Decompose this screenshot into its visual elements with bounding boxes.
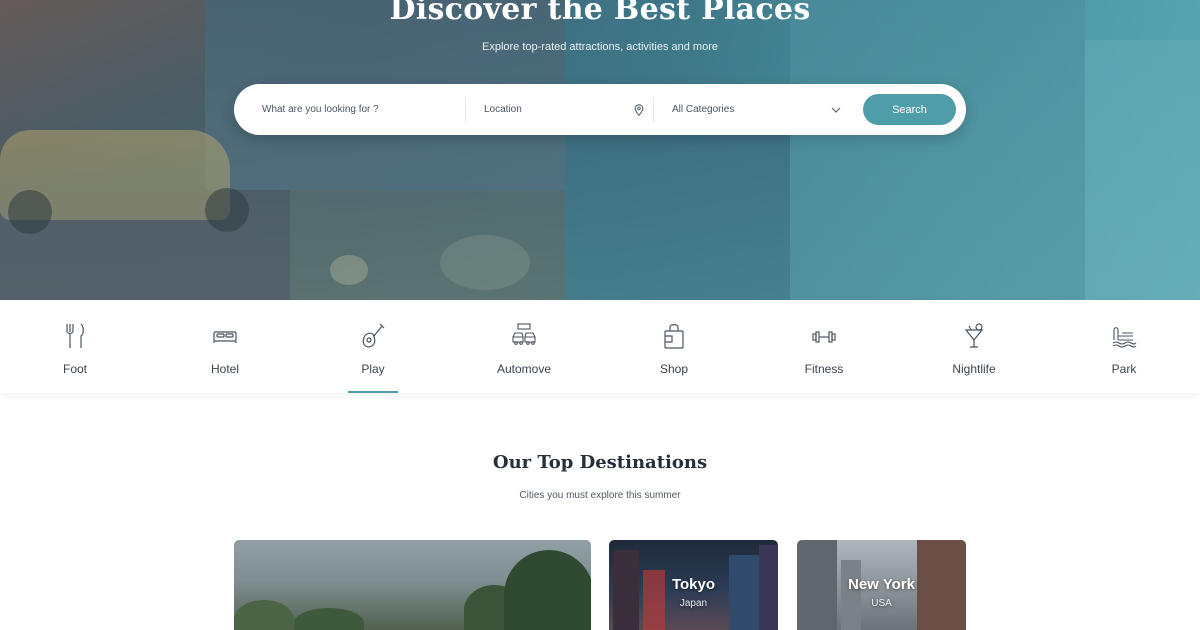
hero-subtitle: Explore top-rated attractions, activitie… — [481, 41, 718, 53]
bed-icon — [213, 331, 237, 343]
category-label: Nightlife — [952, 362, 996, 376]
category-shop[interactable]: Shop — [624, 300, 724, 393]
location-input[interactable]: Location — [484, 84, 644, 135]
chevron-down-icon — [831, 107, 841, 113]
category-label: Foot — [62, 362, 87, 376]
section-title: Our Top Destinations — [492, 452, 708, 473]
category-label: Park — [1111, 362, 1137, 376]
taxi-wheel — [8, 190, 52, 234]
destination-city: New York — [848, 576, 915, 593]
hero-banner: Discover the Best Places Explore top-rat… — [0, 0, 1200, 300]
hero-photo-sea — [1085, 40, 1200, 300]
food-cup — [330, 255, 368, 285]
location-placeholder: Location — [484, 104, 522, 115]
destination-country: Japan — [679, 598, 708, 609]
search-divider — [653, 97, 654, 122]
fork-knife-icon — [66, 323, 84, 348]
category-foot[interactable]: Foot — [25, 300, 125, 393]
destination-city: Tokyo — [671, 576, 716, 593]
city-building — [841, 560, 861, 630]
category-label: Shop — [659, 362, 689, 376]
category-play[interactable]: Play — [323, 300, 423, 393]
category-label: Automove — [496, 362, 552, 376]
cocktail-icon — [964, 323, 984, 348]
karst-rock — [234, 600, 294, 630]
shopping-bag-icon — [664, 324, 684, 349]
category-park[interactable]: Park — [1074, 300, 1174, 393]
category-nightlife[interactable]: Nightlife — [924, 300, 1024, 393]
destination-card-tokyo[interactable]: Tokyo Japan — [609, 540, 778, 630]
active-tab-indicator — [348, 391, 398, 393]
destination-country: USA — [871, 598, 892, 609]
car-rental-icon — [512, 323, 536, 345]
search-button[interactable]: Search — [863, 94, 956, 125]
category-automove[interactable]: Automove — [474, 300, 574, 393]
destination-card[interactable] — [234, 540, 591, 630]
section-subtitle: Cities you must explore this summer — [519, 490, 681, 501]
category-label: Hotel — [210, 362, 239, 376]
hero-title: Discover the Best Places — [389, 0, 811, 27]
category-select[interactable]: All Categories — [672, 84, 842, 135]
food-plate — [440, 235, 530, 290]
category-bar: Foot Hotel Play Automove Shop Fitness Ni… — [0, 300, 1200, 393]
karst-rock — [294, 608, 364, 630]
category-label: Play — [361, 362, 385, 376]
category-selected-value: All Categories — [672, 104, 735, 115]
taxi-wheel — [205, 188, 249, 232]
hero-photo-person — [565, 130, 790, 300]
what-search-input[interactable]: What are you looking for ? — [262, 84, 462, 135]
what-search-placeholder: What are you looking for ? — [262, 104, 379, 115]
park-icon — [1112, 327, 1137, 348]
dumbbell-icon — [812, 331, 836, 343]
hero-photo-food — [290, 190, 565, 300]
destination-card-new-york[interactable]: New York USA — [797, 540, 966, 630]
category-hotel[interactable]: Hotel — [175, 300, 275, 393]
karst-rock — [504, 550, 591, 630]
guitar-icon — [362, 323, 385, 348]
search-divider — [465, 97, 466, 122]
search-bar: What are you looking for ? Location All … — [234, 84, 966, 135]
category-fitness[interactable]: Fitness — [774, 300, 874, 393]
map-pin-icon — [634, 103, 644, 116]
category-label: Fitness — [804, 362, 844, 376]
